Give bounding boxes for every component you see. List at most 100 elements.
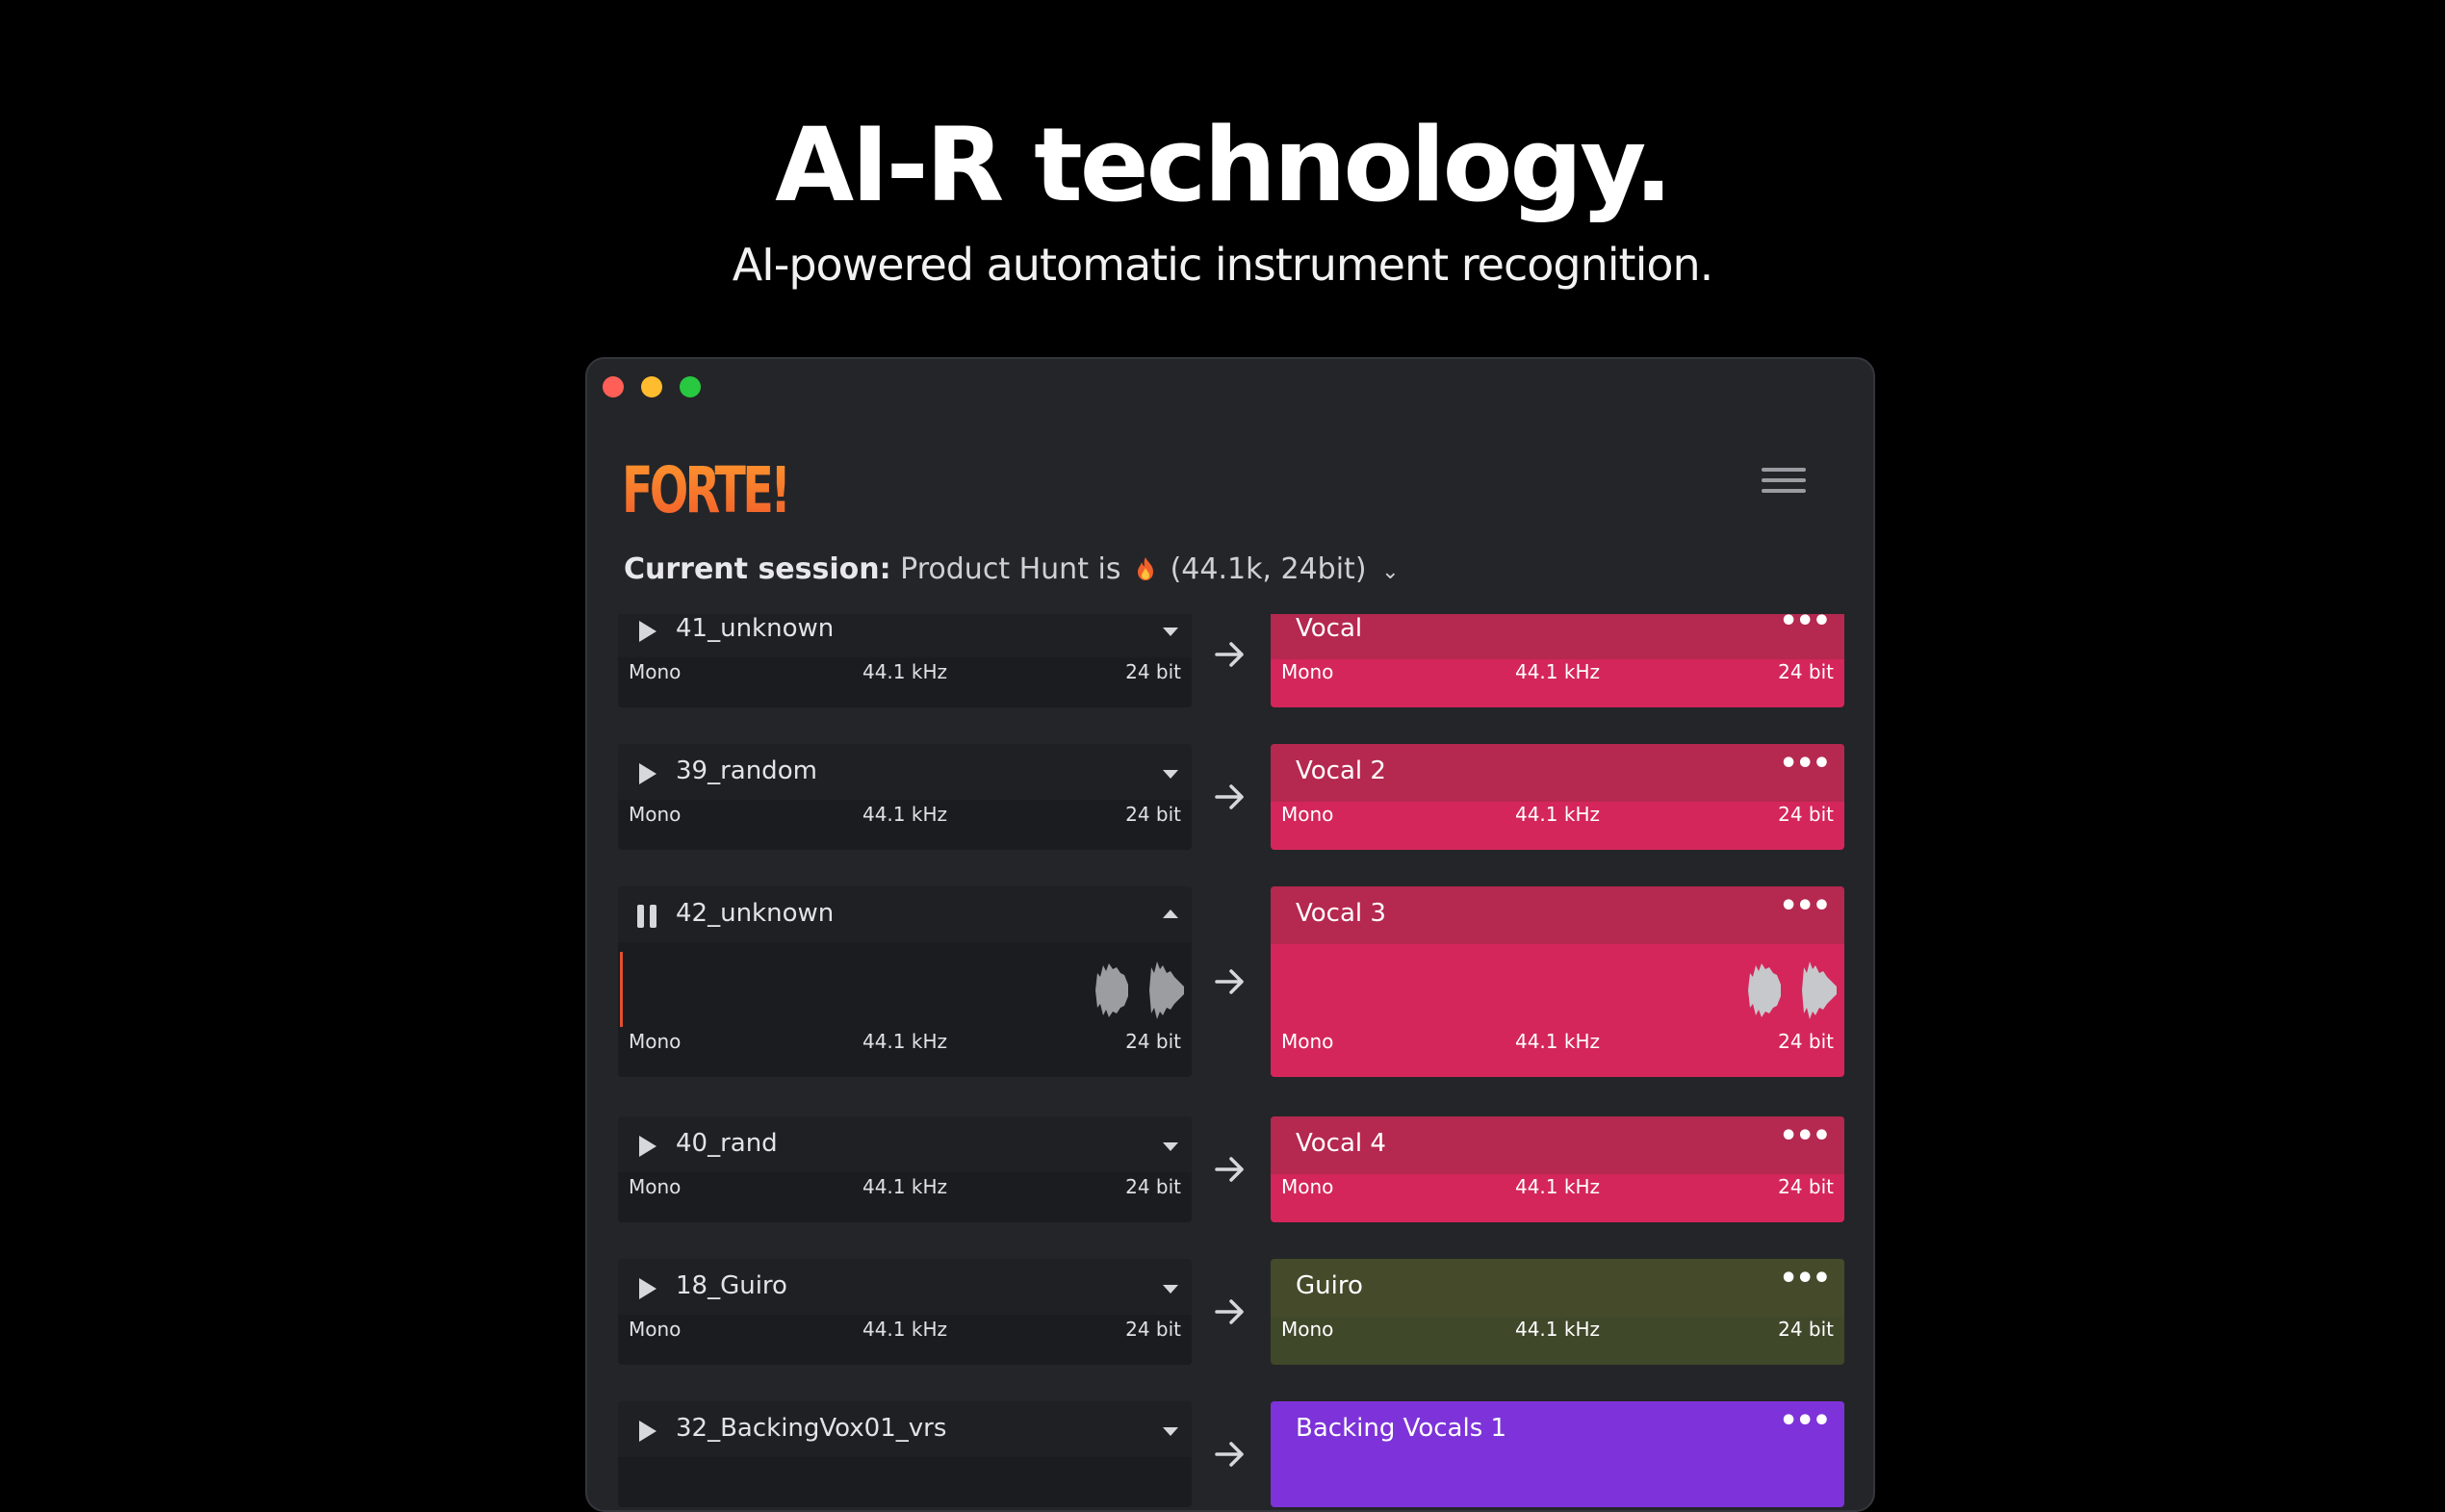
more-options-icon[interactable]: ••• <box>1779 614 1831 636</box>
target-track-meta: Mono 44.1 kHz 24 bit <box>1271 653 1844 691</box>
source-track-header: 18_Guiro <box>618 1259 1192 1315</box>
waveform <box>1095 961 1184 1019</box>
sample-rate-label: 44.1 kHz <box>1514 1318 1600 1341</box>
bit-depth-label: 24 bit <box>1778 1030 1834 1053</box>
more-options-icon[interactable]: ••• <box>1779 1407 1831 1436</box>
source-track-header: 41_unknown <box>618 614 1192 657</box>
waveform <box>1748 961 1837 1019</box>
track-row: 39_random Mono 44.1 kHz 24 bit Vocal 2 •… <box>587 744 1873 850</box>
target-track-name: Vocal 3 <box>1296 899 1386 928</box>
playhead[interactable] <box>620 952 623 1027</box>
source-track-header: 40_rand <box>618 1116 1192 1172</box>
target-track-name: Guiro <box>1296 1271 1363 1300</box>
sample-rate-label: 44.1 kHz <box>862 1175 947 1198</box>
play-icon[interactable] <box>639 1136 656 1157</box>
target-track-card[interactable]: Guiro ••• Mono 44.1 kHz 24 bit <box>1271 1259 1844 1365</box>
more-options-icon[interactable]: ••• <box>1779 1122 1831 1151</box>
chevron-down-icon[interactable] <box>1163 770 1178 779</box>
pause-icon[interactable] <box>637 905 658 928</box>
source-track-name: 40_rand <box>676 1129 778 1158</box>
sample-rate-label: 44.1 kHz <box>1514 803 1600 826</box>
bit-depth-label: 24 bit <box>1125 1030 1181 1053</box>
chevron-down-icon[interactable] <box>1163 1427 1178 1436</box>
target-track-header: Backing Vocals 1 ••• <box>1271 1401 1844 1459</box>
track-row: 32_BackingVox01_vrs Backing Vocals 1 ••• <box>587 1401 1873 1507</box>
target-track-card[interactable]: Backing Vocals 1 ••• <box>1271 1401 1844 1507</box>
sample-rate-label: 44.1 kHz <box>862 1030 947 1053</box>
play-icon[interactable] <box>639 621 656 642</box>
target-track-card[interactable]: Vocal 2 ••• Mono 44.1 kHz 24 bit <box>1271 744 1844 850</box>
bit-depth-label: 24 bit <box>1125 660 1181 683</box>
bit-depth-label: 24 bit <box>1125 803 1181 826</box>
source-track-meta: Mono 44.1 kHz 24 bit <box>618 1167 1192 1206</box>
arrow-right-icon <box>1215 642 1244 667</box>
target-track-meta: Mono 44.1 kHz 24 bit <box>1271 1022 1844 1061</box>
target-track-card[interactable]: Vocal 4 ••• Mono 44.1 kHz 24 bit <box>1271 1116 1844 1222</box>
more-options-icon[interactable]: ••• <box>1779 892 1831 921</box>
sample-rate-label: 44.1 kHz <box>862 660 947 683</box>
target-track-meta: Mono 44.1 kHz 24 bit <box>1271 1167 1844 1206</box>
source-track-card[interactable]: 40_rand Mono 44.1 kHz 24 bit <box>618 1116 1192 1222</box>
target-track-header: Vocal 3 ••• <box>1271 886 1844 944</box>
sample-rate-label: 44.1 kHz <box>1514 660 1600 683</box>
source-track-name: 18_Guiro <box>676 1271 787 1300</box>
hero-title: AI-R technology. <box>775 106 1673 224</box>
source-track-header: 39_random <box>618 744 1192 800</box>
source-track-meta: Mono 44.1 kHz 24 bit <box>618 1022 1192 1061</box>
bit-depth-label: 24 bit <box>1778 803 1834 826</box>
target-track-header: Vocal 2 ••• <box>1271 744 1844 802</box>
target-track-name: Vocal <box>1296 614 1363 643</box>
sample-rate-label: 44.1 kHz <box>862 1318 947 1341</box>
source-track-card[interactable]: 39_random Mono 44.1 kHz 24 bit <box>618 744 1192 850</box>
hero-subtitle: AI-powered automatic instrument recognit… <box>732 239 1714 291</box>
sample-rate-label: 44.1 kHz <box>1514 1175 1600 1198</box>
target-track-header: Guiro ••• <box>1271 1259 1844 1317</box>
track-list: 41_unknown Mono 44.1 kHz 24 bit Vocal ••… <box>587 359 1873 1510</box>
play-icon[interactable] <box>639 1278 656 1299</box>
chevron-down-icon[interactable] <box>1163 1285 1178 1294</box>
bit-depth-label: 24 bit <box>1125 1175 1181 1198</box>
source-track-name: 32_BackingVox01_vrs <box>676 1414 947 1443</box>
bit-depth-label: 24 bit <box>1778 1175 1834 1198</box>
more-options-icon[interactable]: ••• <box>1779 750 1831 779</box>
source-track-header: 42_unknown <box>618 886 1192 942</box>
target-track-meta <box>1271 1452 1844 1491</box>
target-track-meta: Mono 44.1 kHz 24 bit <box>1271 1310 1844 1348</box>
play-icon[interactable] <box>639 763 656 784</box>
target-track-name: Vocal 4 <box>1296 1129 1386 1158</box>
target-track-name: Backing Vocals 1 <box>1296 1414 1507 1443</box>
source-track-name: 41_unknown <box>676 614 835 643</box>
source-track-name: 39_random <box>676 756 817 785</box>
source-track-card[interactable]: 18_Guiro Mono 44.1 kHz 24 bit <box>618 1259 1192 1365</box>
source-track-meta: Mono 44.1 kHz 24 bit <box>618 1310 1192 1348</box>
play-icon[interactable] <box>639 1421 656 1442</box>
track-row: 42_unknown Mono 44.1 kHz 24 bit Vocal 3 … <box>587 886 1873 1077</box>
source-track-card[interactable]: 32_BackingVox01_vrs <box>618 1401 1192 1507</box>
app-window: FORTE! Current session: Product Hunt is … <box>585 357 1875 1512</box>
source-track-meta: Mono 44.1 kHz 24 bit <box>618 795 1192 833</box>
track-row: 40_rand Mono 44.1 kHz 24 bit Vocal 4 ••• <box>587 1116 1873 1222</box>
chevron-down-icon[interactable] <box>1163 628 1178 636</box>
target-track-meta: Mono 44.1 kHz 24 bit <box>1271 795 1844 833</box>
source-track-meta <box>618 1452 1192 1491</box>
source-track-name: 42_unknown <box>676 899 835 928</box>
target-track-card[interactable]: Vocal ••• Mono 44.1 kHz 24 bit <box>1271 614 1844 707</box>
chevron-up-icon[interactable] <box>1163 910 1178 918</box>
bit-depth-label: 24 bit <box>1125 1318 1181 1341</box>
arrow-right-icon <box>1215 1157 1244 1182</box>
arrow-right-icon <box>1215 1442 1244 1467</box>
arrow-right-icon <box>1215 969 1244 994</box>
more-options-icon[interactable]: ••• <box>1779 1265 1831 1294</box>
target-track-name: Vocal 2 <box>1296 756 1386 785</box>
source-track-card[interactable]: 42_unknown Mono 44.1 kHz 24 bit <box>618 886 1192 1077</box>
arrow-right-icon <box>1215 784 1244 809</box>
target-track-card[interactable]: Vocal 3 ••• Mono 44.1 kHz 24 bit <box>1271 886 1844 1077</box>
track-row: 41_unknown Mono 44.1 kHz 24 bit Vocal ••… <box>587 614 1873 707</box>
chevron-down-icon[interactable] <box>1163 1142 1178 1151</box>
target-track-header: Vocal 4 ••• <box>1271 1116 1844 1174</box>
arrow-right-icon <box>1215 1299 1244 1324</box>
source-track-card[interactable]: 41_unknown Mono 44.1 kHz 24 bit <box>618 614 1192 707</box>
source-track-header: 32_BackingVox01_vrs <box>618 1401 1192 1457</box>
track-row: 18_Guiro Mono 44.1 kHz 24 bit Guiro ••• <box>587 1259 1873 1365</box>
sample-rate-label: 44.1 kHz <box>862 803 947 826</box>
